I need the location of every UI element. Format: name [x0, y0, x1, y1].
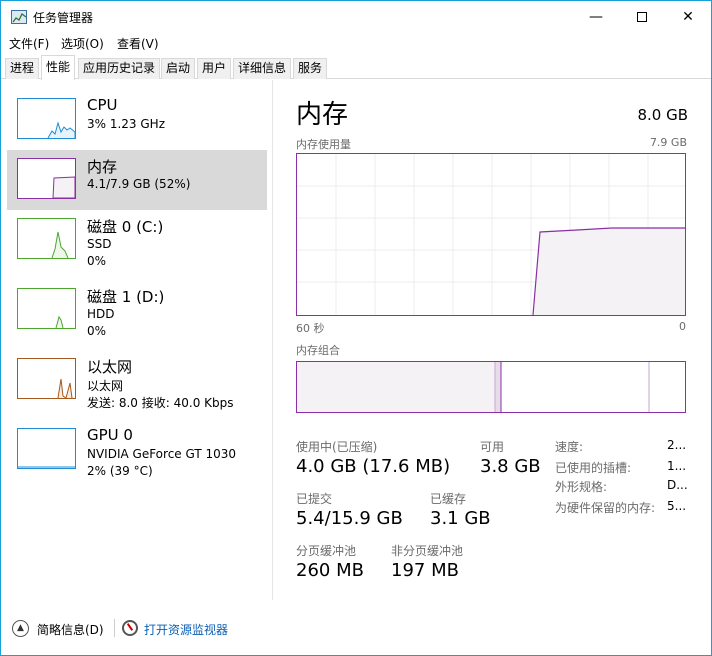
form-factor-label: 外形规格: — [555, 480, 608, 494]
nonpaged-pool-label: 非分页缓冲池 — [391, 544, 464, 558]
cached-label: 已缓存 — [430, 492, 467, 506]
resource-cpu[interactable]: CPU 3% 1.23 GHz — [7, 90, 267, 150]
maximize-button[interactable] — [619, 1, 665, 33]
bottom-bar: ▲ 简略信息(D) 打开资源监视器 — [1, 613, 711, 643]
tab-services[interactable]: 服务 — [293, 58, 328, 79]
maximize-icon — [637, 12, 647, 22]
gpu-thumbnail-graph — [17, 428, 76, 469]
resource-usage: 0% — [87, 254, 107, 268]
speed-label: 速度: — [555, 440, 584, 454]
menu-view[interactable]: 查看(V) — [117, 35, 159, 52]
available-label: 可用 — [480, 440, 505, 454]
memory-thumbnail-graph — [17, 158, 76, 199]
tab-bar: 进程 性能 应用历史记录 启动 用户 详细信息 服务 — [1, 55, 711, 80]
tab-startup[interactable]: 启动 — [161, 58, 196, 79]
usage-max: 7.9 GB — [649, 136, 687, 149]
resource-adapter: 以太网 — [87, 379, 124, 393]
tab-processes[interactable]: 进程 — [5, 58, 40, 79]
resource-usage: 2% (39 °C) — [87, 464, 153, 478]
ethernet-thumbnail-graph — [17, 358, 76, 399]
speed-value: 2... — [667, 438, 687, 452]
resource-name: 磁盘 0 (C:) — [87, 218, 164, 236]
close-button[interactable]: ✕ — [665, 1, 711, 33]
available-value: 3.8 GB — [480, 456, 541, 477]
resource-name: CPU — [87, 96, 118, 114]
in-use-label: 使用中(已压缩) — [296, 440, 378, 454]
divider — [114, 619, 115, 637]
detail-title: 内存 — [296, 100, 349, 130]
task-manager-icon — [11, 10, 27, 24]
resource-gpu-0[interactable]: GPU 0 NVIDIA GeForce GT 1030 2% (39 °C) — [7, 420, 267, 480]
menu-options[interactable]: 选项(O) — [61, 35, 104, 52]
resource-detail: 3% 1.23 GHz — [87, 117, 166, 131]
memory-total: 8.0 GB — [637, 106, 688, 124]
minimize-button[interactable]: — — [573, 1, 619, 33]
tab-performance[interactable]: 性能 — [41, 55, 76, 80]
title-bar[interactable]: 任务管理器 — ✕ — [1, 1, 711, 33]
hardware-reserved-label: 为硬件保留的内存: — [555, 501, 656, 515]
resource-type: SSD — [87, 237, 112, 251]
axis-left-label: 60 秒 — [296, 322, 325, 335]
nonpaged-pool-value: 197 MB — [391, 560, 459, 581]
hardware-reserved-value: 5... — [667, 499, 687, 513]
resource-disk-1[interactable]: 磁盘 1 (D:) HDD 0% — [7, 280, 267, 340]
memory-composition-bar — [296, 361, 686, 413]
resource-usage: 0% — [87, 324, 107, 338]
tab-users[interactable]: 用户 — [197, 58, 232, 79]
memory-usage-graph — [296, 153, 686, 316]
axis-right-label: 0 — [679, 320, 686, 333]
tab-details[interactable]: 详细信息 — [233, 58, 292, 79]
resource-type: HDD — [87, 307, 115, 321]
resource-name: 内存 — [87, 158, 118, 176]
form-factor-value: D... — [667, 478, 688, 492]
cpu-thumbnail-graph — [17, 98, 76, 139]
resource-list: CPU 3% 1.23 GHz 内存 4.1/7.9 GB (52%) 磁盘 0… — [1, 80, 273, 600]
committed-value: 5.4/15.9 GB — [296, 508, 403, 529]
cached-value: 3.1 GB — [430, 508, 491, 529]
resource-name: GPU 0 — [87, 426, 133, 444]
task-manager-window: 任务管理器 — ✕ 文件(F) 选项(O) 查看(V) 进程 性能 应用历史记录… — [0, 0, 712, 656]
resource-throughput: 发送: 8.0 接收: 40.0 Kbps — [87, 396, 234, 410]
menu-bar: 文件(F) 选项(O) 查看(V) — [1, 33, 711, 53]
resource-name: 磁盘 1 (D:) — [87, 288, 165, 306]
resource-ethernet[interactable]: 以太网 以太网 发送: 8.0 接收: 40.0 Kbps — [7, 350, 267, 410]
resource-disk-0[interactable]: 磁盘 0 (C:) SSD 0% — [7, 210, 267, 270]
in-use-value: 4.0 GB (17.6 MB) — [296, 456, 451, 477]
paged-pool-label: 分页缓冲池 — [296, 544, 357, 558]
resource-memory[interactable]: 内存 4.1/7.9 GB (52%) — [7, 150, 267, 210]
fewer-details-button[interactable]: 简略信息(D) — [37, 621, 104, 638]
committed-label: 已提交 — [296, 492, 333, 506]
open-resource-monitor-link[interactable]: 打开资源监视器 — [144, 621, 228, 638]
window-title: 任务管理器 — [33, 11, 94, 25]
resource-monitor-icon[interactable] — [122, 620, 138, 636]
slots-label: 已使用的插槽: — [555, 461, 632, 475]
disk1-thumbnail-graph — [17, 288, 76, 329]
memory-detail-panel: 内存 8.0 GB 内存使用量 7.9 GB 60 秒 0 内存组合 使用中(已… — [274, 80, 711, 600]
resource-detail: 4.1/7.9 GB (52%) — [87, 177, 191, 191]
resource-name: 以太网 — [87, 358, 133, 376]
slots-value: 1... — [667, 459, 687, 473]
chevron-up-icon[interactable]: ▲ — [12, 620, 29, 637]
composition-label: 内存组合 — [296, 344, 340, 357]
usage-label: 内存使用量 — [296, 138, 351, 151]
menu-file[interactable]: 文件(F) — [9, 35, 49, 52]
resource-model: NVIDIA GeForce GT 1030 — [87, 447, 237, 461]
paged-pool-value: 260 MB — [296, 560, 364, 581]
disk0-thumbnail-graph — [17, 218, 76, 259]
tab-app-history[interactable]: 应用历史记录 — [78, 58, 161, 79]
